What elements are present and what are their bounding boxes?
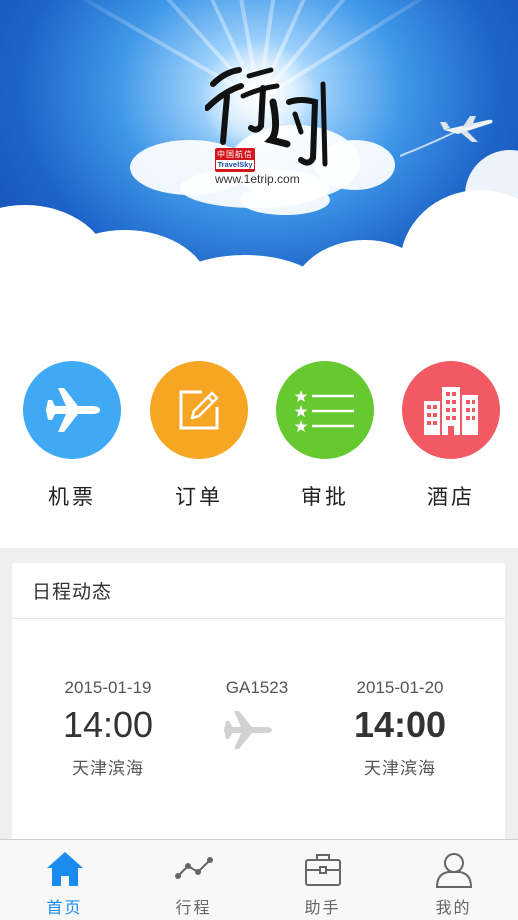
arrival-city: 天津滨海 <box>364 759 436 779</box>
bottom-tab-bar: 首页 行程 助手 我的 <box>0 839 518 920</box>
order-circle[interactable] <box>150 361 248 459</box>
quick-item-label: 审批 <box>301 485 349 509</box>
tab-label: 行程 <box>175 898 212 917</box>
header-banner: 中国航信 TravelSky www.1etrip.com <box>0 0 518 335</box>
departure-time: 14:00 <box>62 704 154 745</box>
quick-item-orders[interactable]: 订单 <box>149 361 249 521</box>
user-icon <box>435 853 472 888</box>
trip-line-icon <box>174 857 213 879</box>
tab-home[interactable]: 首页 <box>0 840 129 920</box>
hotel-circle[interactable] <box>402 361 500 459</box>
edit-order-icon <box>179 390 219 430</box>
hotel-building-icon <box>424 387 478 435</box>
flight-airplane-icon <box>224 711 272 749</box>
arrival-block: 2015-01-20 14:00 天津滨海 <box>334 678 466 779</box>
home-icon <box>46 852 83 886</box>
quick-menu: 机票 订单 审批 酒店 <box>0 335 518 548</box>
website-url: www.1etrip.com <box>215 172 300 186</box>
flight-number: GA1523 <box>225 678 289 697</box>
airplane-icon <box>46 388 100 432</box>
quick-item-label: 机票 <box>48 485 96 509</box>
arrival-time: 14:00 <box>353 704 447 745</box>
briefcase-icon <box>304 854 341 886</box>
quick-item-label: 订单 <box>175 485 223 509</box>
arrival-date: 2015-01-20 <box>356 678 444 697</box>
flight-circle[interactable] <box>23 361 121 459</box>
approval-list-icon <box>294 390 354 432</box>
tab-label: 首页 <box>46 898 83 917</box>
departure-block: 2015-01-19 14:00 天津滨海 <box>42 678 174 779</box>
tab-label: 我的 <box>435 898 472 917</box>
travelsky-logo: 中国航信 TravelSky <box>215 148 255 172</box>
schedule-title: 日程动态 <box>12 563 505 619</box>
departure-city: 天津滨海 <box>72 759 144 779</box>
quick-item-label: 酒店 <box>427 485 475 509</box>
tab-profile[interactable]: 我的 <box>389 840 518 920</box>
quick-item-approval[interactable]: 审批 <box>275 361 375 521</box>
banner-airplane-icon <box>400 116 493 157</box>
quick-item-hotel[interactable]: 酒店 <box>401 361 501 521</box>
quick-item-flights[interactable]: 机票 <box>22 361 122 521</box>
departure-date: 2015-01-19 <box>64 678 152 697</box>
tab-assistant[interactable]: 助手 <box>258 840 387 920</box>
tab-label: 助手 <box>304 898 341 917</box>
schedule-card[interactable]: 日程动态 2015-01-19 14:00 天津滨海 GA1523 2015-0… <box>12 563 505 843</box>
tab-trips[interactable]: 行程 <box>129 840 258 920</box>
approval-circle[interactable] <box>276 361 374 459</box>
